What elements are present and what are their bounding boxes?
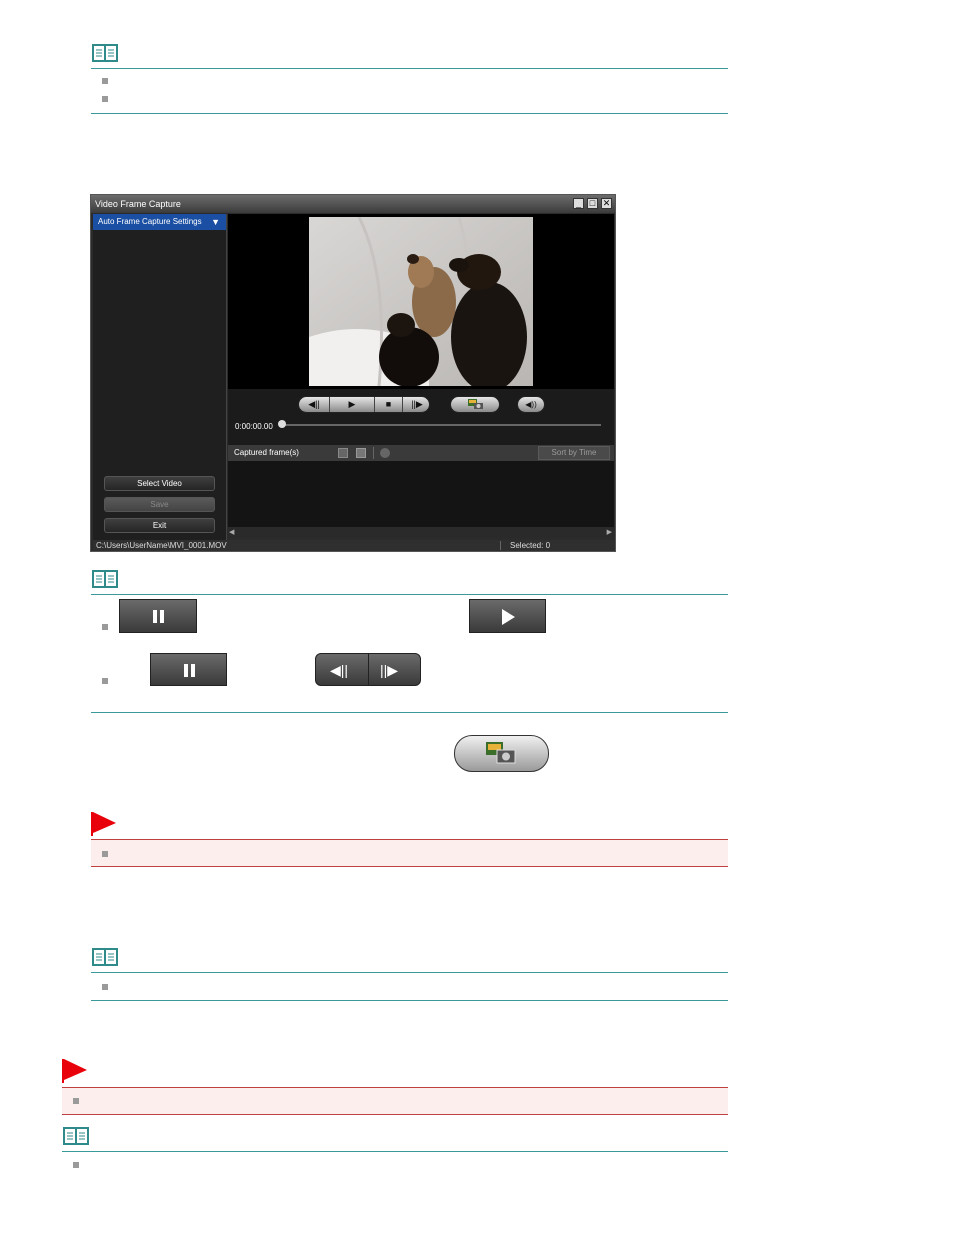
note-rule (62, 1151, 728, 1152)
capture-frame-button[interactable] (450, 396, 500, 413)
divider (368, 654, 369, 685)
sort-by-time-button[interactable]: Sort by Time (538, 446, 610, 460)
speaker-icon: ◀)) (525, 400, 537, 409)
bullet (73, 1098, 79, 1104)
note-rule (91, 1000, 728, 1001)
settings-label: Auto Frame Capture Settings (98, 217, 202, 226)
note-book-icon (92, 44, 118, 62)
small-thumbnail-icon[interactable] (338, 448, 348, 458)
edit-icon[interactable] (380, 448, 390, 458)
bullet (73, 1162, 79, 1168)
large-thumbnail-icon[interactable] (356, 448, 366, 458)
important-flag-icon (62, 1059, 87, 1083)
bullet (102, 624, 108, 630)
scroll-left-icon[interactable]: ◀ (229, 527, 234, 538)
play-icon[interactable]: ▶ (330, 397, 374, 412)
pause-button-image (119, 599, 197, 633)
exit-button[interactable]: Exit (104, 518, 215, 533)
important-flag-icon (91, 812, 116, 836)
status-selected: Selected: 0 (510, 541, 551, 550)
divider (500, 541, 501, 550)
note-rule (91, 594, 728, 595)
frame-step-buttons-image: ◀|| ||▶ (315, 653, 421, 686)
bullet (102, 96, 108, 102)
bullet (102, 851, 108, 857)
bullet (102, 78, 108, 84)
note-rule (91, 68, 728, 69)
bullet (102, 984, 108, 990)
captured-frames-label: Captured frame(s) (234, 448, 299, 457)
horizontal-scrollbar[interactable]: ◀ ▶ (228, 527, 614, 538)
camera-capture-icon (468, 399, 483, 409)
select-video-button[interactable]: Select Video (104, 476, 215, 491)
window-title: Video Frame Capture (95, 199, 181, 209)
left-panel: Auto Frame Capture Settings ▼ Select Vid… (93, 214, 227, 542)
play-icon (502, 609, 515, 625)
status-file-path: C:\Users\UserName\MVI_0001.MOV (96, 541, 227, 550)
frame-forward-icon[interactable]: ||▶ (403, 397, 431, 412)
frame-forward-icon: ||▶ (380, 662, 399, 678)
divider (373, 447, 374, 459)
note-rule (91, 113, 728, 114)
pause-button-image (150, 653, 227, 686)
playback-controls: ◀|| ▶ ■ ||▶ ◀)) 0:00:00.00 (228, 389, 614, 445)
important-box (62, 1088, 728, 1114)
important-rule (62, 1114, 728, 1115)
stop-icon[interactable]: ■ (375, 397, 402, 412)
auto-capture-settings-dropdown[interactable]: Auto Frame Capture Settings ▼ (93, 214, 226, 230)
note-book-icon (92, 948, 118, 966)
play-button-image (469, 599, 546, 633)
frame-back-icon: ◀|| (330, 662, 349, 678)
important-box (91, 840, 728, 866)
video-frame-capture-window: Video Frame Capture _ □ ✕ Auto Frame Cap… (90, 194, 616, 552)
captured-frames-toolbar: Captured frame(s) Sort by Time (228, 445, 614, 461)
note-book-icon (63, 1127, 89, 1145)
camera-capture-icon (486, 742, 516, 764)
playback-button-group: ◀|| ▶ ■ ||▶ (298, 396, 430, 413)
pause-icon (184, 664, 188, 677)
note-rule (91, 972, 728, 973)
volume-button[interactable]: ◀)) (517, 396, 545, 413)
capture-button-image (454, 735, 549, 772)
save-button[interactable]: Save (104, 497, 215, 512)
frame-back-icon[interactable]: ◀|| (299, 397, 329, 412)
captured-frames-area (228, 461, 614, 527)
triangle-down-icon: ▼ (211, 217, 220, 227)
pause-icon (153, 610, 157, 623)
note-rule (91, 712, 728, 713)
status-bar: C:\Users\UserName\MVI_0001.MOV Selected:… (93, 540, 615, 551)
title-bar: Video Frame Capture _ □ ✕ (91, 195, 615, 213)
dogs-video-frame-image (309, 217, 533, 386)
close-icon[interactable]: ✕ (601, 198, 612, 209)
minimize-icon[interactable]: _ (573, 198, 584, 209)
note-book-icon (92, 570, 118, 588)
timecode: 0:00:00.00 (235, 422, 273, 431)
seek-slider-track[interactable] (281, 424, 601, 426)
video-preview (228, 214, 614, 389)
maximize-icon[interactable]: □ (587, 198, 598, 209)
important-rule (91, 866, 728, 867)
seek-slider-knob[interactable] (278, 420, 286, 428)
scroll-right-icon[interactable]: ▶ (607, 527, 612, 538)
bullet (102, 678, 108, 684)
